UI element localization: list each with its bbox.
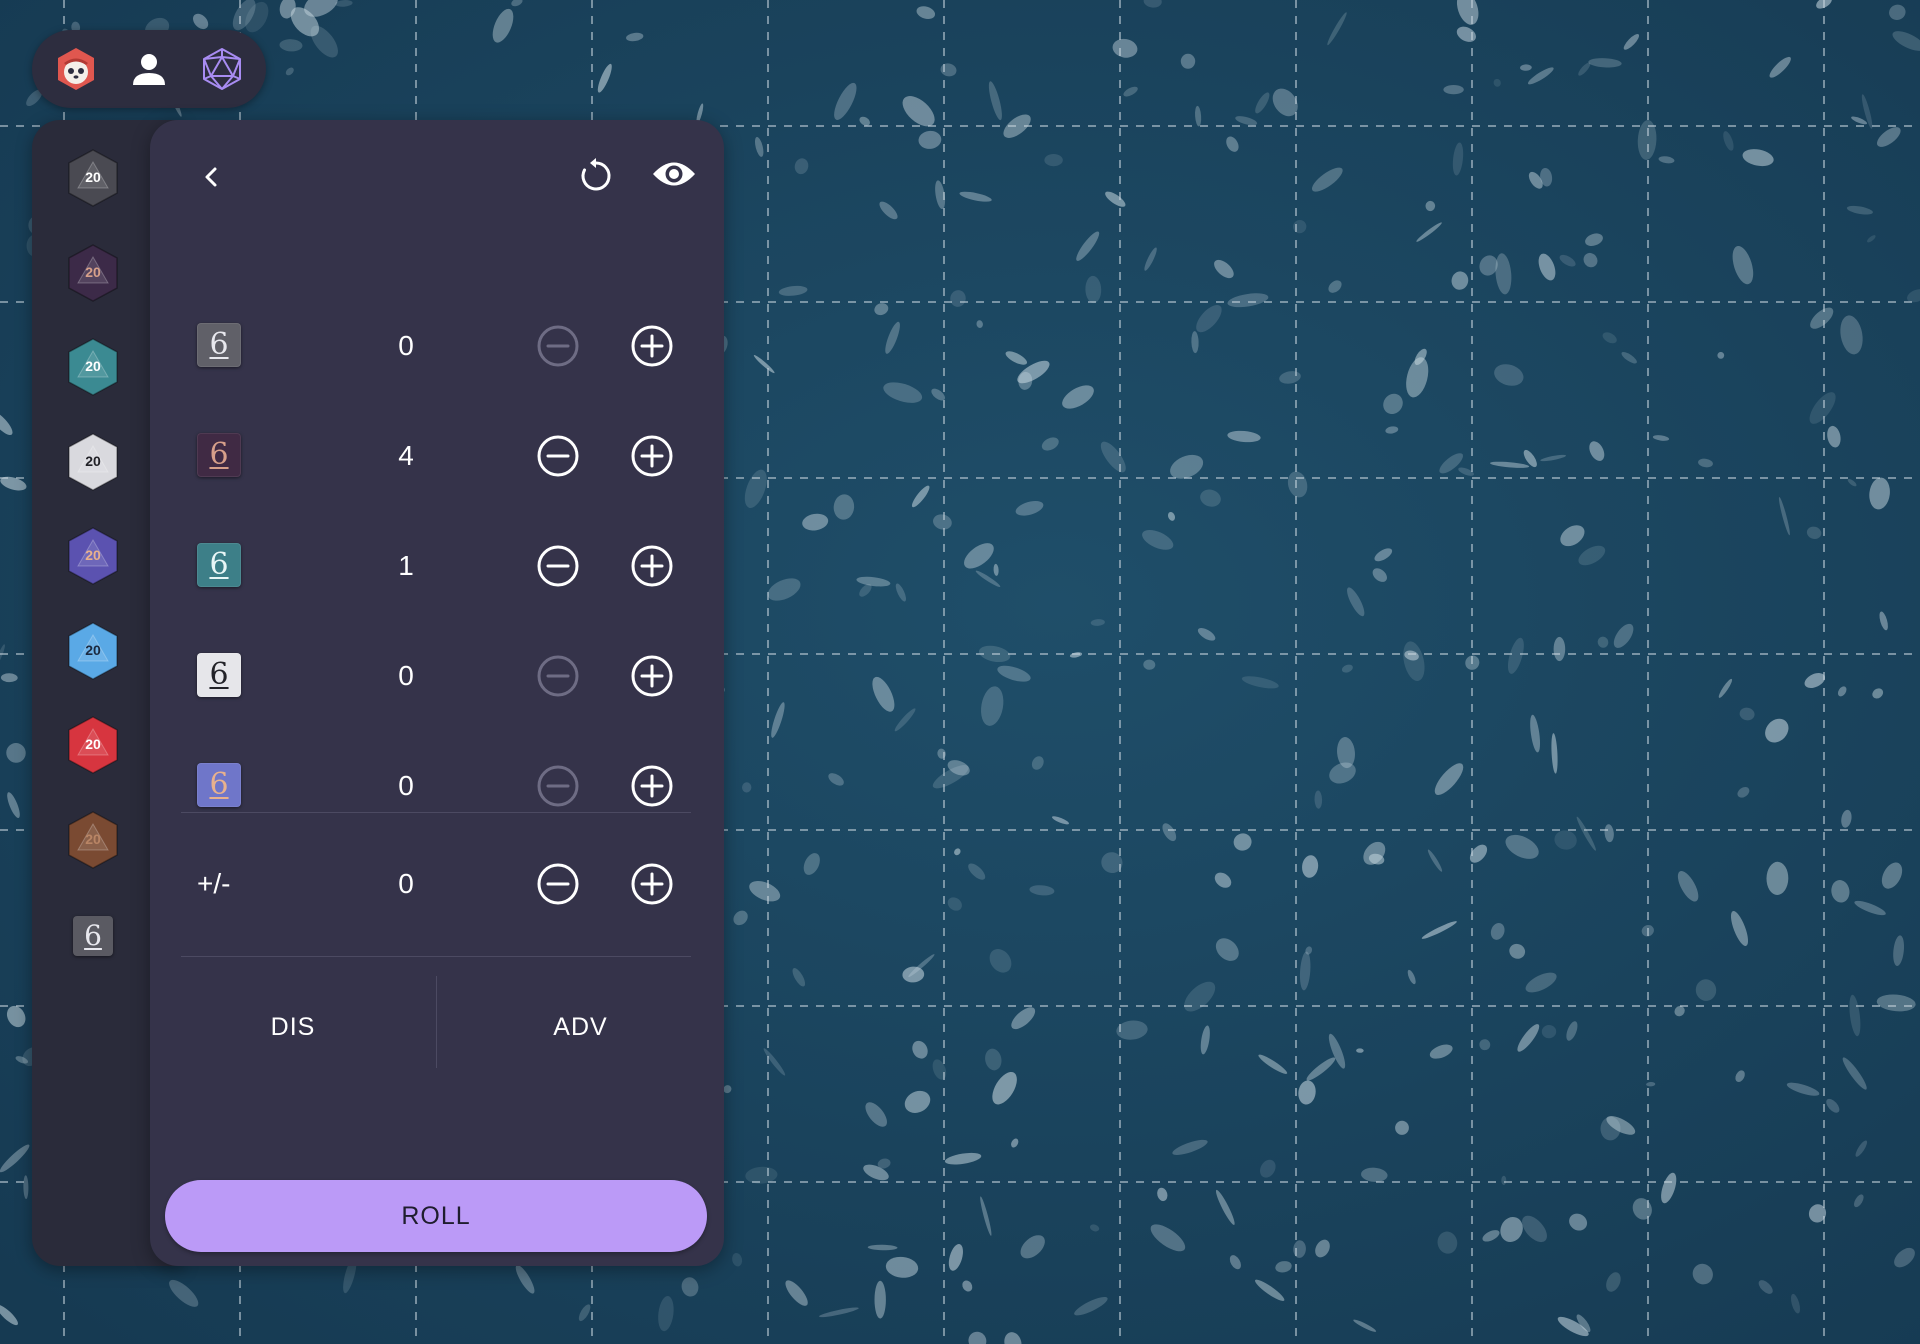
rail-d20-die[interactable]: 20	[61, 241, 125, 305]
modifier-label: +/-	[197, 868, 231, 899]
d6-face-label: 6	[209, 767, 229, 802]
d20-die-icon: 20	[68, 243, 118, 302]
rail-d20-die[interactable]: 20	[61, 619, 125, 683]
divider-top	[181, 812, 691, 813]
dice-count: 1	[398, 550, 414, 581]
rail-d6-chip[interactable]: 6	[61, 904, 125, 968]
dice-count: 0	[398, 660, 414, 691]
disadvantage-button[interactable]: DIS	[150, 976, 436, 1078]
minus-circle-icon[interactable]	[536, 434, 580, 478]
rail-d20-die[interactable]: 20	[61, 335, 125, 399]
d20-face-label: 20	[85, 642, 101, 658]
d20-face-label: 20	[85, 169, 101, 185]
d20-face-label: 20	[85, 736, 101, 752]
map-foam-patch	[1044, 154, 1063, 167]
reset-icon[interactable]	[568, 148, 624, 204]
d6-die-chip: 6	[197, 653, 241, 697]
d20-die-icon: 20	[68, 810, 118, 869]
dice-row: 60	[150, 741, 724, 831]
rail-d20-die[interactable]: 20	[61, 146, 125, 210]
plus-circle-icon[interactable]	[630, 862, 674, 906]
plus-circle-icon[interactable]	[630, 654, 674, 698]
map-foam-patch	[1553, 636, 1566, 662]
advantage-button[interactable]: ADV	[437, 976, 724, 1078]
d20-face-label: 20	[85, 358, 101, 374]
d6-die-chip: 6	[197, 543, 241, 587]
d20-die-icon: 20	[68, 621, 118, 680]
plus-circle-icon[interactable]	[630, 764, 674, 808]
rail-d20-die[interactable]: 20	[61, 524, 125, 588]
rail-d20-die[interactable]: 20	[61, 430, 125, 494]
dice-count: 4	[398, 440, 414, 471]
d6-face-label: 6	[209, 657, 229, 692]
d6-die-chip: 6	[197, 433, 241, 477]
minus-circle-icon[interactable]	[536, 862, 580, 906]
d20-die-icon: 20	[68, 716, 118, 774]
d20-face-label: 20	[85, 453, 101, 469]
user-icon[interactable]	[120, 40, 178, 98]
chevron-left-icon[interactable]	[184, 149, 240, 205]
minus-circle-icon[interactable]	[536, 764, 580, 808]
dice-row: 61	[150, 521, 724, 611]
dice-row: 64	[150, 411, 724, 501]
d6-face-label: 6	[209, 327, 229, 362]
dice-row: 60	[150, 301, 724, 391]
d20-die-icon: 20	[68, 338, 118, 396]
plus-circle-icon[interactable]	[630, 544, 674, 588]
plus-circle-icon[interactable]	[630, 434, 674, 478]
map-foam-patch	[1443, 85, 1464, 95]
d20-face-label: 20	[85, 547, 101, 563]
panda-avatar-icon[interactable]	[47, 40, 105, 98]
modifier-value: 0	[398, 868, 414, 899]
d20-outline-icon[interactable]	[193, 40, 251, 98]
rail-d20-die[interactable]: 20	[61, 808, 125, 872]
dice-roll-panel: 6064616060 +/- 0 DIS ADV ROLL	[150, 120, 724, 1266]
map-foam-patch	[874, 1280, 886, 1319]
d20-die-icon: 20	[68, 149, 118, 207]
minus-circle-icon[interactable]	[536, 324, 580, 368]
eye-icon[interactable]	[646, 146, 702, 202]
dice-row: 60	[150, 631, 724, 721]
d20-die-icon: 20	[68, 432, 118, 491]
d6-face-label: 6	[209, 547, 229, 582]
d20-face-label: 20	[85, 831, 101, 847]
rail-d6-label: 6	[84, 919, 102, 952]
map-foam-patch	[1180, 53, 1196, 69]
map-foam-patch	[1501, 1175, 1507, 1186]
divider-bottom	[181, 956, 691, 957]
plus-circle-icon[interactable]	[630, 324, 674, 368]
d20-die-icon: 20	[68, 527, 118, 585]
top-toolbar	[32, 30, 266, 108]
dice-count: 0	[398, 330, 414, 361]
d20-face-label: 20	[85, 264, 101, 280]
minus-circle-icon[interactable]	[536, 544, 580, 588]
d6-face-label: 6	[209, 437, 229, 472]
d6-die-chip: 6	[197, 323, 241, 367]
roll-button[interactable]: ROLL	[165, 1180, 707, 1252]
modifier-row: +/- 0	[150, 839, 724, 929]
minus-circle-icon[interactable]	[536, 654, 580, 698]
dice-count: 0	[398, 770, 414, 801]
rail-d20-die[interactable]: 20	[61, 713, 125, 777]
d6-die-chip: 6	[197, 763, 241, 807]
